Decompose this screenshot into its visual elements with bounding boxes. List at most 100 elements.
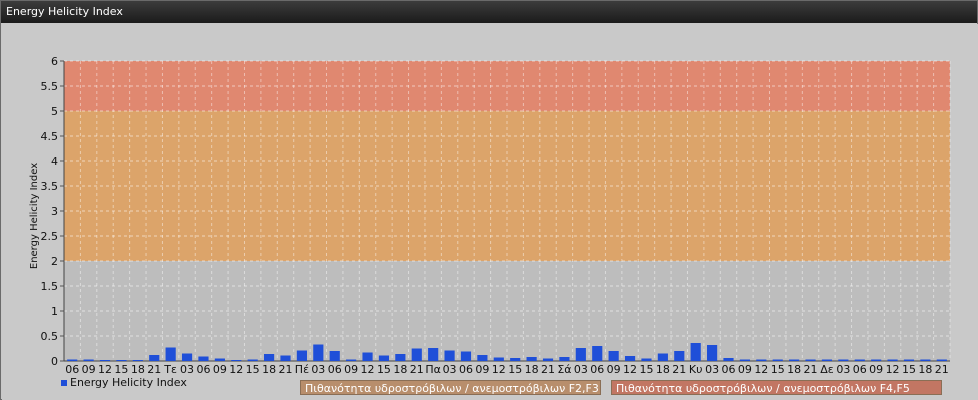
y-tick-label: 2 xyxy=(51,255,58,268)
x-tick-label: Σά xyxy=(557,363,571,376)
bar xyxy=(510,358,521,361)
x-tick-label: 21 xyxy=(804,363,818,376)
bar xyxy=(739,359,750,361)
x-tick-label: 09 xyxy=(607,363,621,376)
bar xyxy=(477,355,488,361)
bar xyxy=(657,353,668,361)
x-tick-label: 03 xyxy=(705,363,719,376)
x-tick-label: 15 xyxy=(246,363,260,376)
bar xyxy=(624,356,636,361)
y-tick-label: 5 xyxy=(51,105,58,118)
bar xyxy=(329,351,340,361)
x-tick-label: 18 xyxy=(918,363,932,376)
bar xyxy=(772,359,783,361)
x-tick-label: 09 xyxy=(213,363,227,376)
legend-series-label: Energy Helicity Index xyxy=(70,376,187,389)
bar xyxy=(362,352,373,361)
bar xyxy=(264,354,275,361)
bar xyxy=(280,355,291,361)
bar xyxy=(920,359,931,361)
x-tick-label: 12 xyxy=(492,363,506,376)
bar xyxy=(789,359,800,361)
x-tick-label: 03 xyxy=(443,363,457,376)
bar xyxy=(674,351,685,361)
bar xyxy=(378,355,390,361)
y-tick-label: 1.5 xyxy=(41,280,59,293)
x-tick-label: 06 xyxy=(459,363,473,376)
bar xyxy=(805,359,816,361)
x-tick-label: 18 xyxy=(656,363,670,376)
x-tick-label: 15 xyxy=(639,363,653,376)
x-tick-label: Πέ xyxy=(295,363,309,376)
bar xyxy=(313,344,324,361)
x-tick-label: Πα xyxy=(425,363,441,376)
bar xyxy=(444,350,455,361)
x-tick-label: 06 xyxy=(722,363,736,376)
bar xyxy=(116,360,127,361)
x-tick-label: 18 xyxy=(525,363,539,376)
legend-series-marker xyxy=(61,380,67,386)
x-tick-label: 06 xyxy=(853,363,867,376)
y-tick-label: 1 xyxy=(51,305,58,318)
x-tick-label: 03 xyxy=(836,363,850,376)
legend-band-mid: Πιθανότητα υδροστρόβιλων / ανεμοστρόβιλω… xyxy=(300,380,601,395)
x-tick-label: 21 xyxy=(672,363,686,376)
bar xyxy=(854,359,865,361)
x-tick-label: 18 xyxy=(262,363,276,376)
bar xyxy=(99,360,111,361)
bar xyxy=(460,351,472,361)
bar xyxy=(132,360,143,361)
y-tick-label: 6 xyxy=(51,55,58,68)
bar xyxy=(411,348,422,361)
x-tick-label: 09 xyxy=(738,363,752,376)
y-tick-label: 0.5 xyxy=(41,330,59,343)
bar xyxy=(559,357,570,361)
x-tick-label: 09 xyxy=(344,363,358,376)
legend-band-high: Πιθανότητα υδροστρόβιλων / ανεμοστρόβιλω… xyxy=(611,380,942,395)
bar xyxy=(231,360,242,361)
bar xyxy=(67,359,78,361)
x-tick-label: 12 xyxy=(886,363,900,376)
bar xyxy=(936,359,947,361)
y-axis-label: Energy Helicity Index xyxy=(29,163,40,269)
x-tick-label: Κυ xyxy=(689,363,703,376)
x-tick-label: 03 xyxy=(180,363,194,376)
x-tick-label: 12 xyxy=(361,363,375,376)
bar xyxy=(690,343,701,361)
x-tick-label: 21 xyxy=(935,363,949,376)
y-tick-label: 2.5 xyxy=(41,230,59,243)
bar xyxy=(903,359,915,361)
y-tick-label: 5.5 xyxy=(41,80,59,93)
x-tick-label: 12 xyxy=(229,363,243,376)
x-tick-label: 12 xyxy=(623,363,637,376)
y-tick-label: 0 xyxy=(51,355,58,368)
x-tick-label: 09 xyxy=(82,363,96,376)
x-tick-label: 06 xyxy=(65,363,79,376)
x-tick-label: 18 xyxy=(393,363,407,376)
x-tick-label: 18 xyxy=(787,363,801,376)
y-tick-label: 3 xyxy=(51,205,58,218)
bar xyxy=(181,353,193,361)
x-tick-label: 18 xyxy=(131,363,145,376)
x-tick-label: Δε xyxy=(820,363,834,376)
y-tick-label: 4.5 xyxy=(41,130,59,143)
bar xyxy=(887,359,898,361)
bar xyxy=(526,357,537,361)
chart-svg: 00.511.522.533.544.555.5606 09 12 15 18 21 Τε 0… xyxy=(29,55,951,389)
bar xyxy=(838,359,849,361)
chart-panel: Energy Helicity Index 0 0.5 1 1.5 2 2.5 3 3.5 4 4… xyxy=(0,0,978,400)
bar xyxy=(198,356,209,361)
bar xyxy=(346,359,357,361)
x-tick-label: 21 xyxy=(410,363,424,376)
bar xyxy=(493,357,504,361)
x-tick-label: 21 xyxy=(147,363,161,376)
bar xyxy=(296,350,307,361)
bar xyxy=(756,359,767,361)
bar xyxy=(165,347,176,361)
x-tick-label: 03 xyxy=(311,363,325,376)
bar xyxy=(608,351,619,361)
x-tick-label: 06 xyxy=(590,363,604,376)
x-tick-label: 09 xyxy=(869,363,883,376)
x-tick-label: 15 xyxy=(114,363,128,376)
bar xyxy=(707,345,718,361)
